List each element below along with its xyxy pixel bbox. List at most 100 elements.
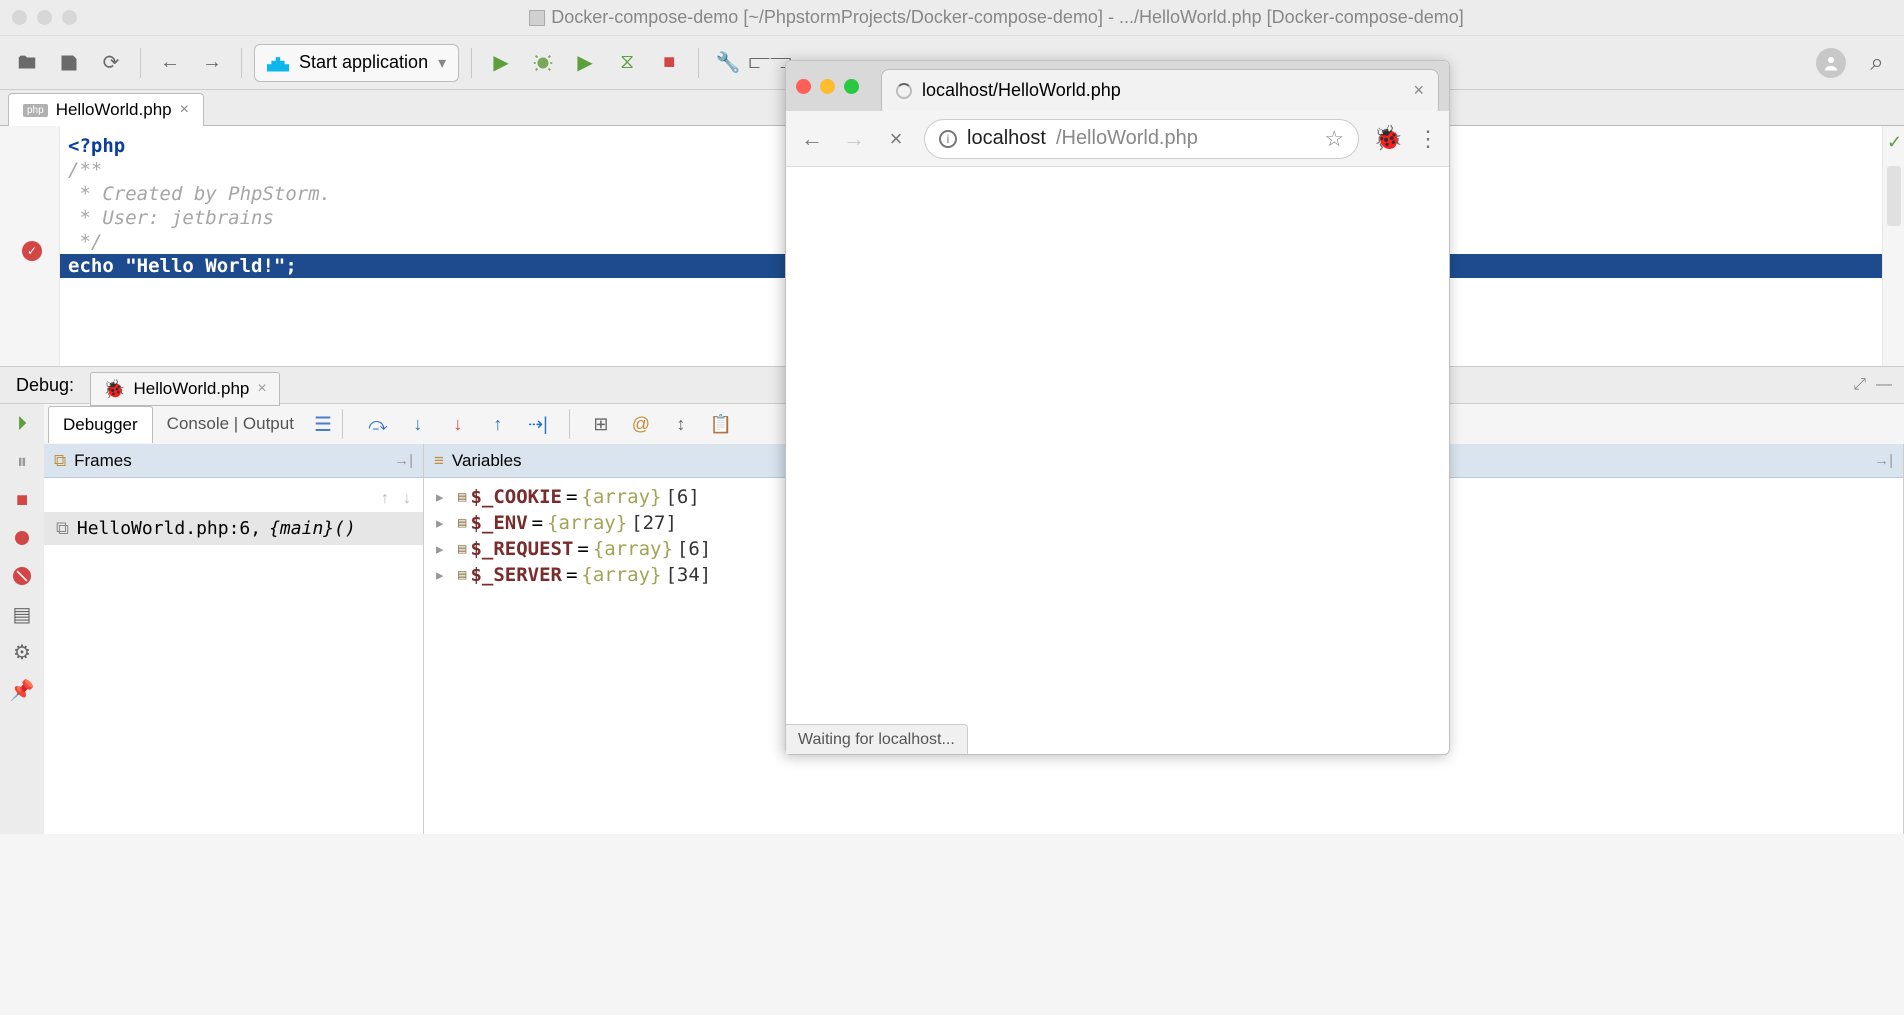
close-session-icon[interactable]: × (257, 380, 266, 398)
variables-title: Variables (452, 451, 522, 471)
forward-button[interactable]: → (195, 46, 229, 80)
debug-session-label: HelloWorld.php (133, 379, 249, 399)
xdebug-extension-icon[interactable]: 🐞 (1373, 124, 1403, 153)
coverage-button[interactable]: ▶ (568, 46, 602, 80)
var-count: [6] (665, 486, 699, 508)
minimize-panel-icon[interactable]: — (1876, 376, 1892, 394)
frame-down-icon[interactable]: ↓ (403, 490, 411, 508)
collapse-icon[interactable]: →| (1874, 452, 1893, 469)
loading-spinner-icon (896, 83, 912, 99)
profile-button[interactable]: ⧖ (610, 46, 644, 80)
url-path: /HelloWorld.php (1056, 127, 1198, 150)
step-out-icon[interactable]: ↑ (487, 413, 509, 435)
pin-button[interactable]: 📌 (8, 676, 36, 704)
force-step-into-icon[interactable]: ↓ (447, 413, 469, 435)
var-type: {array} (581, 486, 661, 508)
var-name: $_COOKIE (470, 486, 562, 508)
run-config-selector[interactable]: Start application ▾ (254, 44, 459, 82)
tab-debugger[interactable]: Debugger (48, 406, 153, 443)
tab-console[interactable]: Console | Output (153, 406, 308, 442)
minimize-window-icon[interactable] (820, 79, 835, 94)
step-into-icon[interactable]: ↓ (407, 413, 429, 435)
browser-toolbar: ← → × i localhost/HelloWorld.php ☆ 🐞 ⋮ (786, 111, 1449, 167)
debug-session-tab[interactable]: 🐞 HelloWorld.php × (90, 372, 280, 406)
frames-pane: ⧉ Frames →| ↑ ↓ ⧉ HelloWorld.php:6, {mai… (44, 444, 424, 834)
browser-tab-title: localhost/HelloWorld.php (922, 80, 1121, 101)
search-button[interactable]: ⌕ (1860, 46, 1894, 80)
file-icon (529, 10, 545, 26)
frame-up-icon[interactable]: ↑ (381, 490, 389, 508)
breakpoint-icon[interactable]: ✓ (22, 241, 42, 261)
chevron-down-icon: ▾ (438, 53, 446, 73)
view-breakpoints-button[interactable] (8, 524, 36, 552)
maximize-window-icon[interactable] (844, 79, 859, 94)
separator (471, 48, 472, 78)
tools-button[interactable]: 🔧 (711, 46, 745, 80)
debug-side-controls: ⏵ ⏸ ■ ▤ ⚙ 📌 (0, 404, 44, 834)
bug-icon: 🐞 (103, 379, 125, 400)
stop-debug-button[interactable]: ■ (8, 486, 36, 514)
code-line: * User: jetbrains (60, 207, 274, 229)
site-info-icon[interactable]: i (939, 130, 957, 148)
save-button[interactable] (52, 46, 86, 80)
dock-icon[interactable]: ⤢ (1853, 376, 1866, 394)
structure-button[interactable]: ⫍⫎ (753, 46, 787, 80)
browser-tab[interactable]: localhost/HelloWorld.php × (881, 69, 1439, 111)
browser-forward-icon[interactable]: → (840, 126, 868, 152)
stop-button[interactable]: ■ (652, 46, 686, 80)
open-folder-button[interactable] (10, 46, 44, 80)
close-tab-icon[interactable]: × (180, 101, 189, 119)
close-window-icon[interactable] (796, 79, 811, 94)
debug-button[interactable] (526, 46, 560, 80)
address-bar[interactable]: i localhost/HelloWorld.php ☆ (924, 119, 1359, 159)
frame-function: {main}() (269, 518, 356, 539)
frame-file-icon: ⧉ (56, 518, 69, 539)
window-controls (12, 10, 77, 25)
watch-icon[interactable]: @ (630, 413, 652, 435)
separator (241, 48, 242, 78)
back-button[interactable]: ← (153, 46, 187, 80)
copy-icon[interactable]: 📋 (710, 413, 732, 435)
evaluate-expression-icon[interactable]: ⊞ (590, 413, 612, 435)
browser-menu-icon[interactable]: ⋮ (1417, 126, 1437, 152)
separator (140, 48, 141, 78)
browser-window-controls (796, 79, 859, 94)
variables-icon: ≡ (434, 451, 444, 471)
browser-back-icon[interactable]: ← (798, 126, 826, 152)
user-avatar-icon[interactable] (1816, 48, 1846, 78)
bookmark-star-icon[interactable]: ☆ (1324, 126, 1344, 152)
sort-icon[interactable]: ↕ (670, 413, 692, 435)
run-to-cursor-icon[interactable]: ⇢| (527, 413, 549, 435)
close-tab-icon[interactable]: × (1413, 80, 1424, 101)
scrollbar-marker[interactable] (1887, 166, 1901, 226)
sync-button[interactable]: ⟳ (94, 46, 128, 80)
var-name: $_ENV (470, 512, 527, 534)
layout-button[interactable]: ▤ (8, 600, 36, 628)
expand-arrow-icon[interactable]: ▸ (434, 538, 450, 560)
php-file-icon: php (23, 104, 48, 117)
thread-restore-icon[interactable]: ☰ (314, 412, 332, 437)
expand-arrow-icon[interactable]: ▸ (434, 486, 450, 508)
mute-breakpoints-button[interactable] (8, 562, 36, 590)
browser-viewport (786, 167, 1449, 724)
collapse-icon[interactable]: →| (394, 452, 413, 469)
code-line: * Created by PhpStorm. (60, 183, 331, 205)
array-icon: ▤ (458, 567, 466, 583)
resume-button[interactable]: ⏵ (8, 410, 36, 438)
maximize-window-icon[interactable] (62, 10, 77, 25)
separator (342, 409, 343, 439)
var-type: {array} (547, 512, 627, 534)
expand-arrow-icon[interactable]: ▸ (434, 512, 450, 534)
browser-stop-icon[interactable]: × (882, 126, 910, 152)
gutter[interactable]: ✓ (0, 126, 60, 366)
expand-arrow-icon[interactable]: ▸ (434, 564, 450, 586)
pause-button[interactable]: ⏸ (8, 448, 36, 476)
run-button[interactable]: ▶ (484, 46, 518, 80)
editor-tab[interactable]: php HelloWorld.php × (8, 93, 204, 126)
frame-row[interactable]: ⧉ HelloWorld.php:6, {main}() (44, 512, 423, 545)
var-type: {array} (593, 538, 673, 560)
close-window-icon[interactable] (12, 10, 27, 25)
step-over-icon[interactable]: ⤼ (367, 413, 389, 435)
minimize-window-icon[interactable] (37, 10, 52, 25)
settings-button[interactable]: ⚙ (8, 638, 36, 666)
